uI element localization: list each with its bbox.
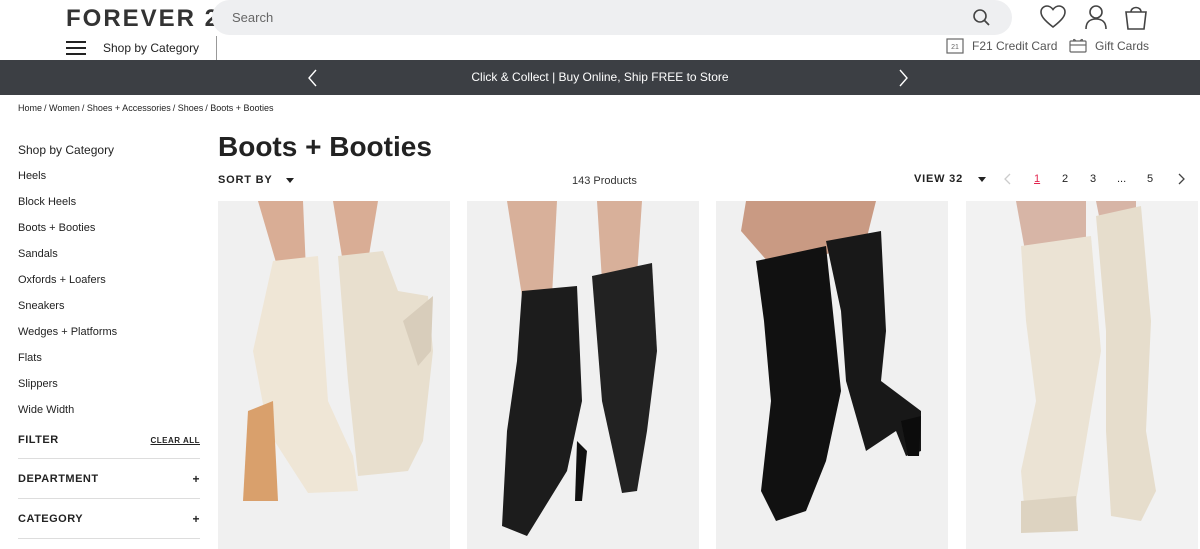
sidebar-item-flats[interactable]: Flats: [18, 351, 200, 377]
sidebar-item-slippers[interactable]: Slippers: [18, 377, 200, 403]
filter-label: FILTER: [18, 434, 59, 446]
product-count: 143 Products: [572, 175, 637, 187]
filter-header: FILTER CLEAR ALL: [18, 433, 200, 447]
product-card-cream-ankle-bootie[interactable]: [218, 201, 450, 549]
view-count-label: VIEW 32: [914, 173, 964, 185]
search-icon[interactable]: [972, 8, 992, 28]
gift-card-icon: [1069, 38, 1087, 53]
shop-by-category-menu-button[interactable]: Shop by Category: [66, 38, 216, 58]
promo-banner: Click & Collect | Buy Online, Ship FREE …: [0, 60, 1200, 95]
page-ellipsis: ...: [1117, 173, 1127, 185]
caret-down-icon: [285, 177, 294, 183]
clear-all-link[interactable]: CLEAR ALL: [150, 436, 200, 445]
shopping-bag-icon[interactable]: [1122, 4, 1150, 30]
expand-plus-icon: +: [192, 511, 200, 526]
account-icon[interactable]: [1082, 4, 1110, 30]
caret-down-icon: [978, 176, 987, 182]
facet-department[interactable]: DEPARTMENT +: [18, 458, 200, 498]
menu-label: Shop by Category: [103, 41, 200, 55]
product-card-black-knee-high-boot[interactable]: [716, 201, 948, 549]
site-header: FOREVER 21 Shop by Category 21 F21 Credi…: [0, 0, 1200, 60]
promo-next-arrow-icon[interactable]: [893, 68, 913, 88]
sidebar-item-sneakers[interactable]: Sneakers: [18, 299, 200, 325]
sidebar-item-boots-booties[interactable]: Boots + Booties: [18, 221, 200, 247]
page-2[interactable]: 2: [1062, 173, 1068, 185]
expand-plus-icon: +: [192, 471, 200, 486]
facet-divider: [18, 538, 200, 539]
promo-text[interactable]: Click & Collect | Buy Online, Ship FREE …: [0, 70, 1200, 84]
credit-card-label: F21 Credit Card: [972, 39, 1058, 53]
product-image-cream-ankle-bootie: [218, 201, 450, 549]
product-image-black-sock-bootie: [467, 201, 699, 549]
svg-text:21: 21: [951, 44, 959, 51]
credit-card-link[interactable]: 21 F21 Credit Card: [946, 38, 1057, 54]
page-1[interactable]: 1: [1034, 173, 1040, 185]
facet-category-label: CATEGORY: [18, 512, 84, 525]
breadcrumb-shoes-accessories[interactable]: Shoes + Accessories: [87, 103, 171, 113]
product-card-black-sock-bootie[interactable]: [467, 201, 699, 549]
sidebar-title: Shop by Category: [18, 143, 115, 157]
gift-cards-link[interactable]: Gift Cards: [1069, 38, 1149, 54]
page-5[interactable]: 5: [1147, 173, 1153, 185]
search-input[interactable]: [232, 0, 952, 35]
page-3[interactable]: 3: [1090, 173, 1096, 185]
breadcrumb-home[interactable]: Home: [18, 103, 42, 113]
search-bar: [212, 0, 1012, 35]
category-sidebar: Shop by Category Heels Block Heels Boots…: [18, 143, 200, 429]
credit-card-icon: 21: [946, 38, 964, 54]
facet-category[interactable]: CATEGORY +: [18, 498, 200, 538]
facet-department-label: DEPARTMENT: [18, 472, 99, 485]
sidebar-item-oxfords-loafers[interactable]: Oxfords + Loafers: [18, 273, 200, 299]
view-count-dropdown[interactable]: VIEW 32: [914, 173, 987, 185]
product-card-cream-over-the-knee-boot[interactable]: [966, 201, 1198, 549]
gift-cards-label: Gift Cards: [1095, 39, 1150, 53]
sidebar-item-wedges-platforms[interactable]: Wedges + Platforms: [18, 325, 200, 351]
sort-by-dropdown[interactable]: SORT BY: [218, 174, 294, 186]
sidebar-item-sandals[interactable]: Sandals: [18, 247, 200, 273]
breadcrumb-shoes[interactable]: Shoes: [178, 103, 204, 113]
prev-page-icon[interactable]: [1001, 172, 1015, 186]
product-image-cream-over-the-knee-boot: [966, 201, 1198, 549]
site-logo[interactable]: FOREVER 21: [66, 5, 235, 33]
breadcrumb-women[interactable]: Women: [49, 103, 80, 113]
breadcrumb: Home / Women / Shoes + Accessories / Shoes /…: [18, 103, 274, 113]
sidebar-item-block-heels[interactable]: Block Heels: [18, 195, 200, 221]
sort-by-label: SORT BY: [218, 174, 273, 186]
page-title: Boots + Booties: [218, 131, 432, 162]
product-image-black-knee-high-boot: [716, 201, 948, 549]
header-divider: [216, 36, 217, 60]
sidebar-item-wide-width[interactable]: Wide Width: [18, 403, 200, 429]
wishlist-heart-icon[interactable]: [1039, 4, 1067, 30]
breadcrumb-current: Boots + Booties: [210, 103, 274, 113]
sidebar-item-heels[interactable]: Heels: [18, 169, 200, 195]
next-page-icon[interactable]: [1174, 172, 1188, 186]
hamburger-icon: [66, 41, 86, 55]
